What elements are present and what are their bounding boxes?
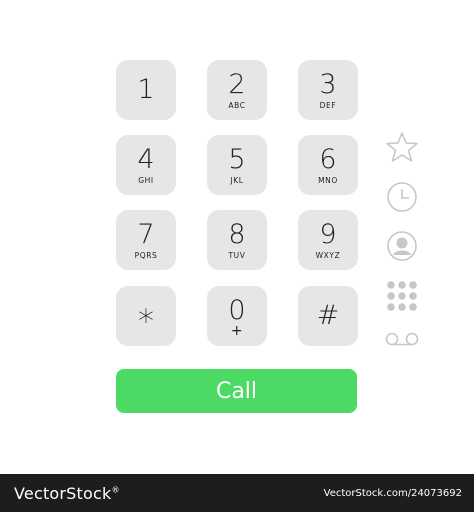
key-9[interactable]: 9 WXYZ — [298, 210, 358, 270]
voicemail-icon[interactable] — [384, 330, 420, 348]
key-letters: PQRS — [134, 251, 158, 260]
key-digit: 3 — [319, 69, 337, 100]
key-digit: 1 — [137, 74, 155, 105]
recents-clock-icon[interactable] — [384, 180, 420, 214]
key-2[interactable]: 2 ABC — [207, 60, 267, 120]
key-digit: 7 — [137, 219, 155, 250]
key-hash[interactable]: # — [298, 286, 358, 346]
key-letters: WXYZ — [315, 251, 341, 260]
key-digit: # — [316, 300, 340, 331]
key-6[interactable]: 6 MNO — [298, 135, 358, 195]
key-digit: 0 — [228, 294, 246, 326]
key-4[interactable]: 4 GHI — [116, 135, 176, 195]
key-letters: JKL — [230, 176, 244, 185]
key-digit: 4 — [137, 144, 155, 175]
watermark-brand-text: VectorStock — [14, 483, 112, 503]
call-button[interactable]: Call — [116, 369, 357, 413]
call-button-label: Call — [215, 378, 258, 404]
key-star[interactable]: * — [116, 286, 176, 346]
key-letters: GHI — [138, 176, 154, 185]
key-0[interactable]: 0 + — [207, 286, 267, 346]
key-letters: TUV — [228, 251, 246, 260]
key-letters: MNO — [318, 176, 338, 185]
key-letters: DEF — [319, 101, 337, 110]
contacts-person-icon[interactable] — [384, 229, 420, 263]
favorites-star-icon[interactable] — [384, 130, 420, 164]
key-digit: 2 — [228, 69, 246, 100]
key-letters: ABC — [228, 101, 246, 110]
key-7[interactable]: 7 PQRS — [116, 210, 176, 270]
keypad-grid-icon[interactable] — [384, 280, 420, 314]
registered-mark: ® — [111, 485, 120, 495]
key-digit: * — [138, 302, 154, 340]
key-1[interactable]: 1 — [116, 60, 176, 120]
key-3[interactable]: 3 DEF — [298, 60, 358, 120]
key-digit: 5 — [228, 144, 246, 175]
key-8[interactable]: 8 TUV — [207, 210, 267, 270]
watermark-brand: VectorStock® — [14, 484, 120, 503]
key-5[interactable]: 5 JKL — [207, 135, 267, 195]
key-digit: 9 — [319, 219, 337, 250]
watermark-url: VectorStock.com/24073692 — [323, 487, 462, 499]
key-letters: + — [230, 322, 244, 339]
watermark-bar: VectorStock® VectorStock.com/24073692 — [0, 474, 474, 512]
key-digit: 8 — [228, 219, 246, 250]
key-digit: 6 — [319, 144, 337, 175]
